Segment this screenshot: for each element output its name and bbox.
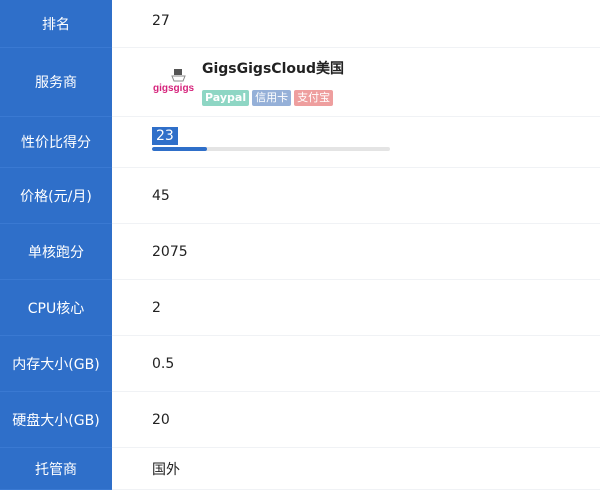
row-rank: 排名 27	[0, 0, 600, 48]
price-label: 价格(元/月)	[0, 168, 112, 224]
memory-label: 内存大小(GB)	[0, 336, 112, 392]
credit-card-tag: 信用卡	[252, 90, 292, 106]
row-cpu: CPU核心 2	[0, 280, 600, 336]
row-memory: 内存大小(GB) 0.5	[0, 336, 600, 392]
payment-tags: Paypal 信用卡 支付宝	[202, 90, 344, 106]
provider-cell: gigsgigs GigsGigsCloud美国 Paypal 信用卡 支付宝	[112, 48, 600, 117]
gigsgigscloud-logo-icon[interactable]: gigsgigs	[152, 67, 195, 97]
rank-label: 排名	[0, 0, 112, 48]
vps-spec-table: 排名 27 服务商 gigsgigs GigsGigsCloud美国 Paypa…	[0, 0, 600, 490]
cpu-value: 2	[112, 280, 600, 336]
provider-wrap: gigsgigs GigsGigsCloud美国 Paypal 信用卡 支付宝	[152, 58, 344, 106]
paypal-tag: Paypal	[202, 90, 250, 106]
host-value: 国外	[112, 448, 600, 490]
provider-label: 服务商	[0, 48, 112, 117]
host-label: 托管商	[0, 448, 112, 490]
row-price: 价格(元/月) 45	[0, 168, 600, 224]
cpu-label: CPU核心	[0, 280, 112, 336]
row-single-core: 单核跑分 2075	[0, 224, 600, 280]
score-progress-fill	[152, 147, 207, 151]
single-core-value: 2075	[112, 224, 600, 280]
rank-value: 27	[112, 0, 600, 48]
alipay-tag: 支付宝	[294, 90, 334, 106]
price-value: 45	[112, 168, 600, 224]
row-score: 性价比得分 23	[0, 117, 600, 168]
provider-info: GigsGigsCloud美国 Paypal 信用卡 支付宝	[202, 58, 344, 106]
score-label: 性价比得分	[0, 117, 112, 168]
score-badge: 23	[152, 127, 178, 145]
single-core-label: 单核跑分	[0, 224, 112, 280]
provider-name[interactable]: GigsGigsCloud美国	[202, 58, 344, 78]
logo-text: gigsgigs	[153, 83, 194, 94]
disk-value: 20	[112, 392, 600, 448]
disk-label: 硬盘大小(GB)	[0, 392, 112, 448]
row-disk: 硬盘大小(GB) 20	[0, 392, 600, 448]
row-provider: 服务商 gigsgigs GigsGigsCloud美国 Paypal 信用卡 …	[0, 48, 600, 117]
score-cell: 23	[112, 117, 600, 168]
memory-value: 0.5	[112, 336, 600, 392]
score-progress-bar	[152, 147, 390, 151]
row-host: 托管商 国外	[0, 448, 600, 490]
